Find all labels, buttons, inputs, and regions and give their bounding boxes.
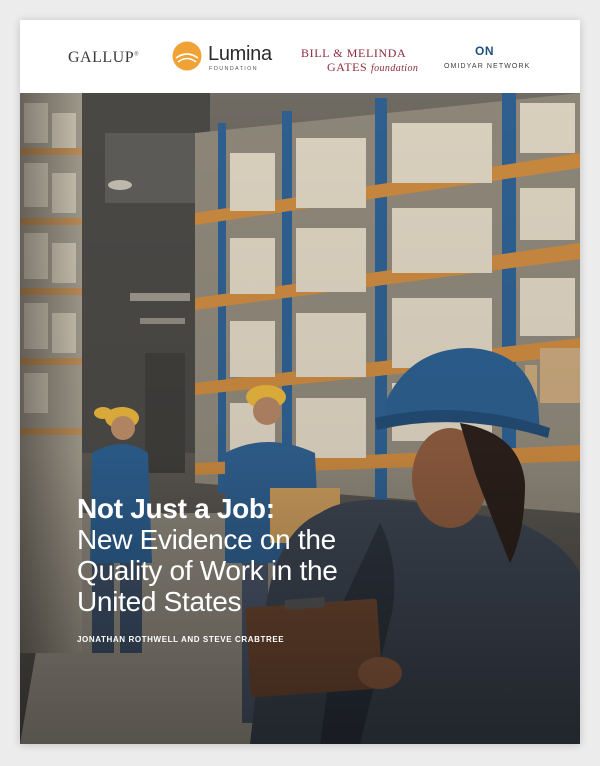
cover-authors: JONATHAN ROTHWELL AND STEVE CRABTREE: [77, 635, 285, 644]
cover-title-block: Not Just a Job: New Evidence on the Qual…: [77, 493, 557, 644]
warehouse-photo-illustration: [20, 93, 580, 744]
partner-logo-bar: GALLUP® Lumina FOUNDATION BILL & MELINDA…: [20, 20, 580, 93]
report-cover: GALLUP® Lumina FOUNDATION BILL & MELINDA…: [20, 20, 580, 744]
cover-subtitle-line-3: United States: [77, 586, 242, 617]
warehouse-photo: [20, 93, 580, 744]
cover-subtitle-line-1: New Evidence on the: [77, 524, 336, 555]
gates-logo-line2: GATES foundation: [327, 60, 418, 75]
lumina-logo-subtext: FOUNDATION: [209, 66, 258, 72]
cover-title-main: Not Just a Job:: [77, 493, 275, 524]
gates-logo-line1: BILL & MELINDA: [301, 46, 407, 60]
gates-logo-foundation: foundation: [370, 63, 419, 74]
omidyar-mark-icon: ON: [475, 44, 494, 58]
gallup-logo: GALLUP®: [68, 49, 140, 66]
gates-logo-gates: GATES: [327, 60, 368, 74]
gallup-logo-text: GALLUP: [68, 49, 135, 66]
omidyar-logo-text: OMIDYAR NETWORK: [444, 63, 531, 70]
lumina-logo-text: Lumina: [208, 43, 272, 65]
lumina-sun-icon: [172, 41, 202, 71]
cover-subtitle-line-2: Quality of Work in the: [77, 555, 338, 586]
